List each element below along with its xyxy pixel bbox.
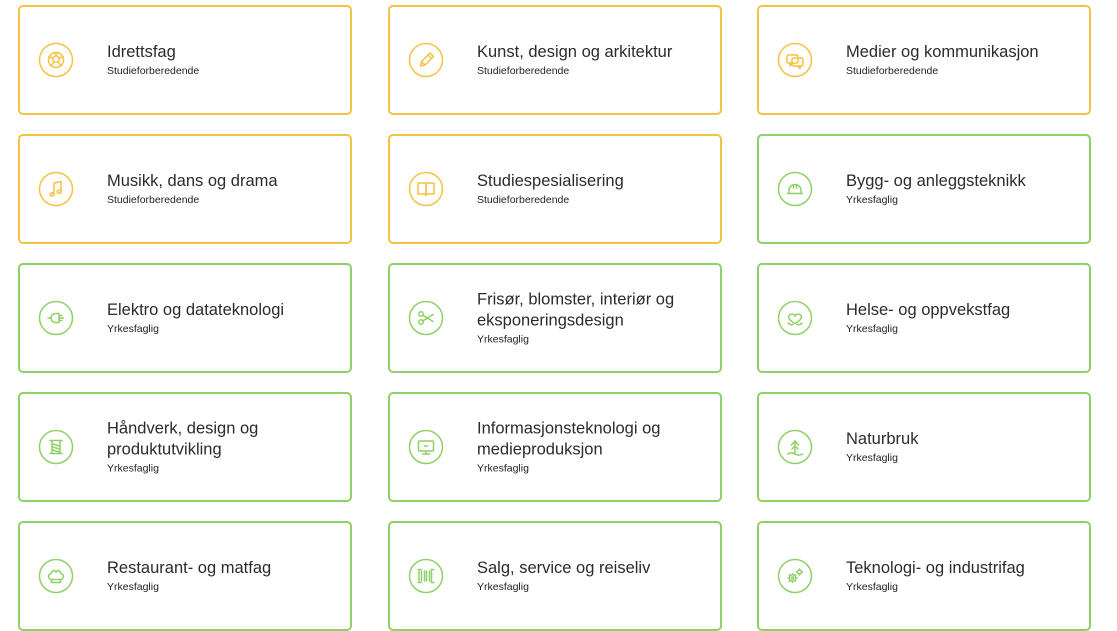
program-category: Studieforberedende	[107, 194, 200, 206]
program-card-teknologi-industrifag[interactable]: Teknologi- og industrifag Yrkesfaglig	[757, 521, 1091, 631]
program-card-restaurant-matfag[interactable]: Restaurant- og matfag Yrkesfaglig	[18, 521, 352, 631]
plug-icon	[37, 299, 75, 337]
program-title: Helse- og oppvekstfag	[846, 301, 1011, 319]
program-card-salg-service-reiseliv[interactable]: Salg, service og reiseliv Yrkesfaglig	[388, 521, 722, 631]
program-card-kunst-design-arkitektur[interactable]: Kunst, design og arkitektur Studieforbere…	[388, 5, 722, 115]
open-book-icon	[407, 170, 445, 208]
program-title: Bygg- og anleggsteknikk	[846, 172, 1026, 190]
program-card-medier-kommunikasjon[interactable]: Medier og kommunikasjon Studieforberedend…	[757, 5, 1091, 115]
program-category: Yrkesfaglig	[477, 581, 529, 593]
chat-bubbles-icon	[776, 41, 814, 79]
program-title: Frisør, blomster, interiør og eksponerin…	[477, 290, 675, 330]
program-title: Idrettsfag	[107, 43, 176, 61]
football-icon	[37, 41, 75, 79]
program-category: Yrkesfaglig	[846, 194, 898, 206]
barcode-icon	[407, 557, 445, 595]
program-category: Studieforberedende	[477, 65, 570, 77]
program-category: Yrkesfaglig	[477, 333, 529, 346]
program-card-naturbruk[interactable]: Naturbruk Yrkesfaglig	[757, 392, 1091, 502]
program-category: Yrkesfaglig	[846, 581, 898, 593]
program-title: Musikk, dans og drama	[107, 172, 278, 190]
scissors-icon	[407, 299, 445, 337]
hard-hat-icon	[776, 170, 814, 208]
program-title: Restaurant- og matfag	[107, 559, 272, 577]
program-category: Yrkesfaglig	[107, 462, 159, 475]
program-title: Studiespesialisering	[477, 172, 624, 190]
program-category: Yrkesfaglig	[107, 581, 159, 593]
program-category: Yrkesfaglig	[477, 462, 529, 475]
program-title: Salg, service og reiseliv	[477, 559, 651, 577]
gears-icon	[776, 557, 814, 595]
program-card-bygg-anleggsteknikk[interactable]: Bygg- og anleggsteknikk Yrkesfaglig	[757, 134, 1091, 244]
program-title: Medier og kommunikasjon	[846, 43, 1039, 61]
program-card-musikk-dans-drama[interactable]: Musikk, dans og drama Studieforberedende	[18, 134, 352, 244]
program-category: Yrkesfaglig	[846, 323, 898, 335]
pencil-icon	[407, 41, 445, 79]
program-category: Studieforberedende	[107, 65, 200, 77]
program-card-studiespesialisering[interactable]: Studiespesialisering Studieforberedende	[388, 134, 722, 244]
music-note-icon	[37, 170, 75, 208]
heart-hands-icon	[776, 299, 814, 337]
program-card-informasjonsteknologi[interactable]: Informasjonsteknologi og medieproduksjon…	[388, 392, 722, 502]
program-card-frisor-blomster-interior[interactable]: Frisør, blomster, interiør og eksponerin…	[388, 263, 722, 373]
program-category: Studieforberedende	[477, 194, 570, 206]
monitor-icon	[407, 428, 445, 466]
program-category: Yrkesfaglig	[107, 323, 159, 335]
program-title: Kunst, design og arkitektur	[477, 43, 673, 61]
program-category: Yrkesfaglig	[846, 452, 898, 464]
program-title: Teknologi- og industrifag	[846, 559, 1025, 577]
program-category: Studieforberedende	[846, 65, 939, 77]
program-title: Håndverk, design og produktutvikling	[107, 419, 259, 459]
program-card-elektro-datateknologi[interactable]: Elektro og datateknologi Yrkesfaglig	[18, 263, 352, 373]
spool-icon	[37, 428, 75, 466]
program-card-idrettsfag[interactable]: Idrettsfag Studieforberedende	[18, 5, 352, 115]
program-title: Naturbruk	[846, 430, 919, 448]
program-title: Informasjonsteknologi og medieproduksjon	[477, 419, 661, 459]
chef-hat-icon	[37, 557, 75, 595]
tree-icon	[776, 428, 814, 466]
program-card-helse-oppvekstfag[interactable]: Helse- og oppvekstfag Yrkesfaglig	[757, 263, 1091, 373]
program-title: Elektro og datateknologi	[107, 301, 285, 319]
program-card-handverk-design[interactable]: Håndverk, design og produktutvikling Yrke…	[18, 392, 352, 502]
